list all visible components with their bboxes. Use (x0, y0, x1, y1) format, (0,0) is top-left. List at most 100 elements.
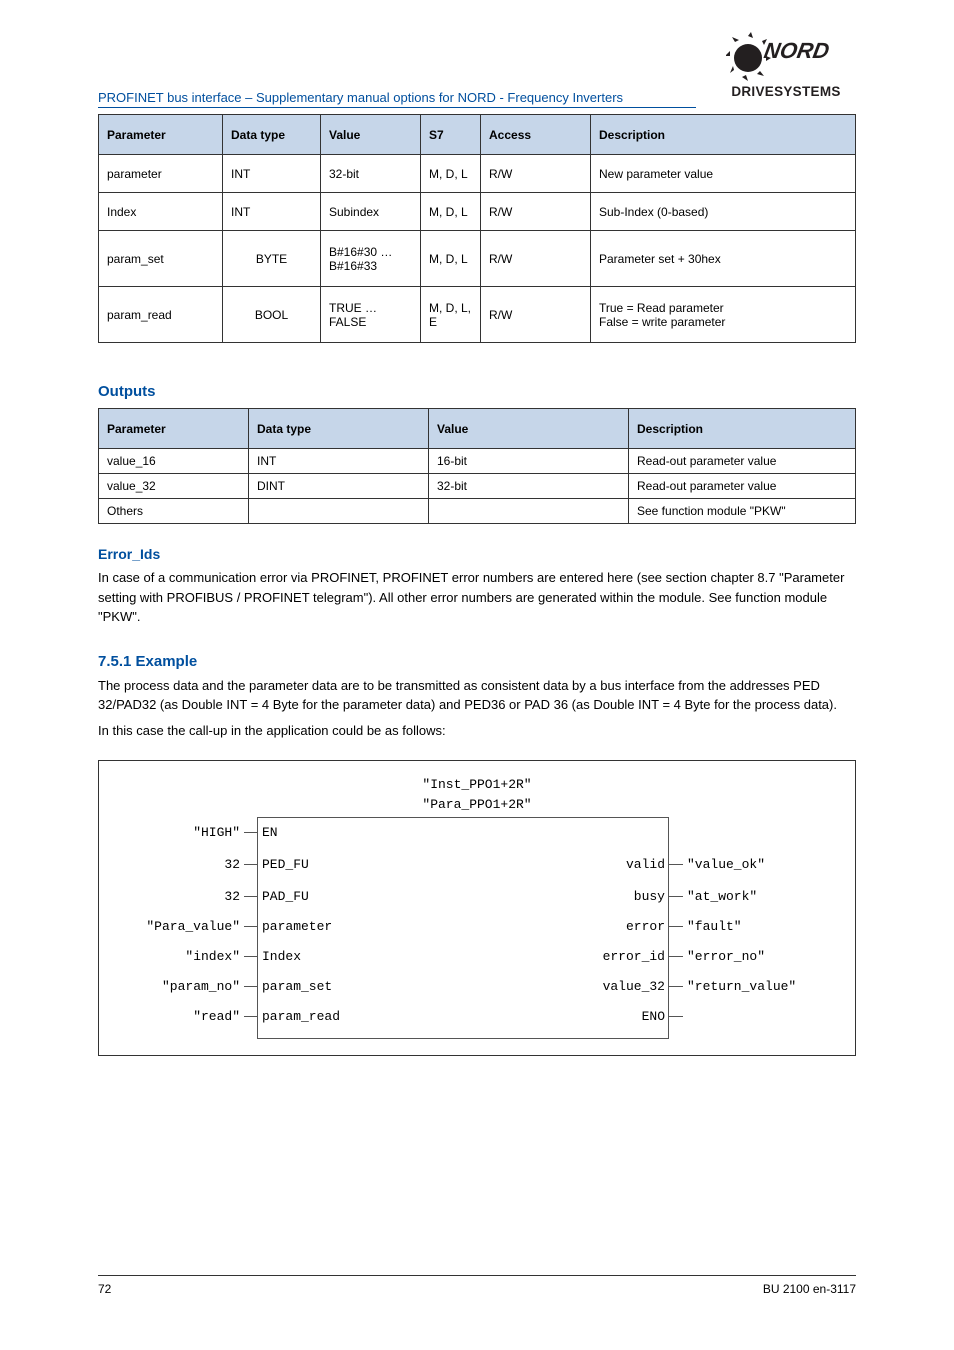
port-en-name: EN (262, 825, 278, 840)
doc-id: BU 2100 en-3117 (763, 1282, 856, 1296)
cell: param_read (99, 287, 223, 343)
port-eno-name: ENO (642, 1009, 665, 1024)
cell: DINT (249, 474, 429, 499)
port-label: "Para_value" (146, 919, 240, 934)
outputs-table: Parameter Data type Value Description va… (98, 408, 856, 524)
port-pad: 32 (224, 889, 258, 904)
table-row: param_read BOOL TRUE … FALSE M, D, L, E … (99, 287, 856, 343)
port-ped-name: PED_FU (262, 857, 309, 872)
port-label: "index" (185, 949, 240, 964)
port-label: "value_ok" (687, 857, 765, 872)
page-number: 72 (98, 1282, 111, 1296)
fbd-instance-label: "Inst_PPO1+2R" (99, 777, 855, 792)
port-parameter: "Para_value" (146, 919, 258, 934)
page-footer: 72 BU 2100 en-3117 (98, 1275, 856, 1296)
port-busy: "at_work" (669, 889, 757, 904)
cell: value_16 (99, 449, 249, 474)
port-label: "at_work" (687, 889, 757, 904)
port-index-name: Index (262, 949, 301, 964)
cell (429, 499, 629, 524)
col-s7: S7 (421, 115, 481, 155)
cell (249, 499, 429, 524)
port-paramset: "param_no" (162, 979, 258, 994)
table-row: Index INT Subindex M, D, L R/W Sub-Index… (99, 193, 856, 231)
port-paramset-name: param_set (262, 979, 332, 994)
cell: Parameter set + 30hex (591, 231, 856, 287)
port-eno (669, 1009, 687, 1024)
col-desc: Description (629, 409, 856, 449)
cell: R/W (481, 287, 591, 343)
port-label: "param_no" (162, 979, 240, 994)
port-error: "fault" (669, 919, 742, 934)
cell: 32-bit (321, 155, 421, 193)
table-row: param_set BYTE B#16#30 … B#16#33 M, D, L… (99, 231, 856, 287)
example-body-1: The process data and the parameter data … (98, 676, 856, 715)
brand-logo: NORD DRIVESYSTEMS (716, 30, 856, 99)
port-label: "HIGH" (193, 825, 240, 840)
cell: INT (223, 193, 321, 231)
cell: M, D, L, E (421, 287, 481, 343)
cell: Subindex (321, 193, 421, 231)
cell: M, D, L (421, 155, 481, 193)
port-pad-name: PAD_FU (262, 889, 309, 904)
table-row: value_16 INT 16-bit Read-out parameter v… (99, 449, 856, 474)
cell: Others (99, 499, 249, 524)
cell: B#16#30 … B#16#33 (321, 231, 421, 287)
cell: True = Read parameter False = write para… (591, 287, 856, 343)
cell: R/W (481, 231, 591, 287)
cell: Sub-Index (0-based) (591, 193, 856, 231)
function-block-diagram: "Inst_PPO1+2R" "Para_PPO1+2R" "HIGH" EN … (98, 760, 856, 1056)
error-ids-heading: Error_Ids (98, 546, 856, 562)
col-datatype: Data type (223, 115, 321, 155)
error-ids-body: In case of a communication error via PRO… (98, 568, 856, 627)
cell: Read-out parameter value (629, 474, 856, 499)
port-label: "read" (193, 1009, 240, 1024)
port-errorid-name: error_id (603, 949, 665, 964)
example-body-2: In this case the call-up in the applicat… (98, 721, 856, 741)
col-desc: Description (591, 115, 856, 155)
port-ped: 32 (224, 857, 258, 872)
port-valid-name: valid (626, 857, 665, 872)
port-paramread-name: param_read (262, 1009, 340, 1024)
svg-text:NORD: NORD (762, 38, 831, 63)
cell: TRUE … FALSE (321, 287, 421, 343)
port-value32-name: value_32 (603, 979, 665, 994)
table-row: value_32 DINT 32-bit Read-out parameter … (99, 474, 856, 499)
cell: INT (223, 155, 321, 193)
brand-subtitle: DRIVESYSTEMS (716, 84, 856, 99)
outputs-heading: Outputs (98, 383, 856, 400)
cell: value_32 (99, 474, 249, 499)
col-value: Value (429, 409, 629, 449)
cell: M, D, L (421, 231, 481, 287)
cell: BOOL (223, 287, 321, 343)
port-value32: "return_value" (669, 979, 796, 994)
port-label: "error_no" (687, 949, 765, 964)
col-datatype: Data type (249, 409, 429, 449)
cell: parameter (99, 155, 223, 193)
port-en: "HIGH" (193, 825, 258, 840)
cell: INT (249, 449, 429, 474)
port-label: "fault" (687, 919, 742, 934)
col-parameter: Parameter (99, 115, 223, 155)
port-valid: "value_ok" (669, 857, 765, 872)
cell: New parameter value (591, 155, 856, 193)
port-label: 32 (224, 857, 240, 872)
port-label: "return_value" (687, 979, 796, 994)
cell: param_set (99, 231, 223, 287)
port-errorid: "error_no" (669, 949, 765, 964)
col-value: Value (321, 115, 421, 155)
cell: See function module "PKW" (629, 499, 856, 524)
cell: Index (99, 193, 223, 231)
port-busy-name: busy (634, 889, 665, 904)
col-parameter: Parameter (99, 409, 249, 449)
cell: R/W (481, 193, 591, 231)
example-heading: 7.5.1 Example (98, 653, 856, 670)
port-index: "index" (185, 949, 258, 964)
cell: 16-bit (429, 449, 629, 474)
port-error-name: error (626, 919, 665, 934)
cell: BYTE (223, 231, 321, 287)
cell: Read-out parameter value (629, 449, 856, 474)
port-parameter-name: parameter (262, 919, 332, 934)
port-label: 32 (224, 889, 240, 904)
cell: 32-bit (429, 474, 629, 499)
